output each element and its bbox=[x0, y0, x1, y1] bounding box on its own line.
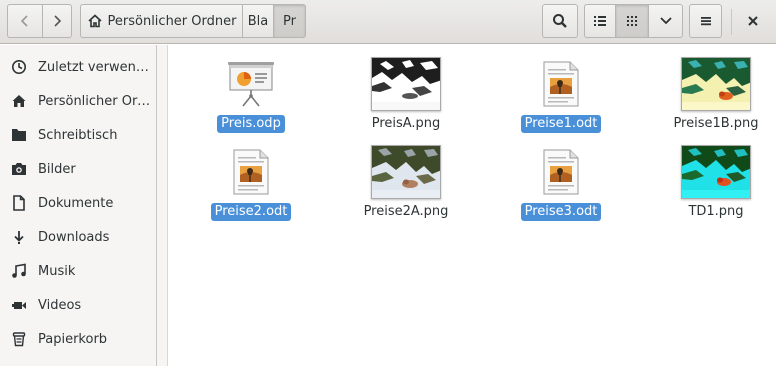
header-bar: Persönlicher Ordner Bla Pr bbox=[0, 0, 776, 44]
file-item-preisa-png[interactable]: PreisA.png bbox=[341, 49, 471, 135]
image-thumbnail bbox=[371, 145, 441, 199]
clock-icon bbox=[10, 58, 28, 76]
sidebar-item-trash[interactable]: Papierkorb bbox=[0, 322, 156, 356]
file-name: Preise3.odt bbox=[520, 203, 602, 221]
sidebar-item-label: Papierkorb bbox=[38, 331, 108, 347]
sidebar-item-videos[interactable]: Videos bbox=[0, 288, 156, 322]
header-separator bbox=[731, 9, 732, 35]
file-item-preise1b-png[interactable]: Preise1B.png bbox=[651, 49, 776, 135]
file-item-preise2-odt[interactable]: Preise2.odt bbox=[186, 137, 316, 223]
path-home-label: Persönlicher Ordner bbox=[107, 13, 237, 29]
sidebar-item-label: Bilder bbox=[38, 161, 76, 177]
grid-view-button[interactable] bbox=[616, 4, 649, 38]
sidebar-item-label: Schreibtisch bbox=[38, 127, 118, 143]
sidebar-scroll-edge bbox=[157, 45, 168, 366]
sidebar-item-label: Zuletzt verwendet bbox=[38, 59, 153, 75]
file-name: Preis.odp bbox=[217, 115, 285, 133]
sidebar-item-label: Persönlicher Ordner bbox=[38, 93, 153, 109]
file-item-preis-odp[interactable]: Preis.odp bbox=[186, 49, 316, 135]
sidebar-item-label: Videos bbox=[38, 297, 82, 313]
forward-button[interactable] bbox=[43, 4, 72, 38]
music-icon bbox=[10, 262, 28, 280]
home-icon bbox=[87, 14, 102, 28]
sidebar-item-desktop[interactable]: Schreibtisch bbox=[0, 118, 156, 152]
home-icon bbox=[10, 92, 28, 110]
path-segment-pr[interactable]: Pr bbox=[274, 4, 306, 38]
folder-icon bbox=[10, 126, 28, 144]
close-icon bbox=[748, 16, 758, 26]
sidebar-item-downloads[interactable]: Downloads bbox=[0, 220, 156, 254]
file-item-preise3-odt[interactable]: Preise3.odt bbox=[496, 137, 626, 223]
camera-icon bbox=[10, 160, 28, 178]
download-icon bbox=[10, 228, 28, 246]
chevron-left-icon bbox=[20, 15, 28, 27]
file-item-preise2a-png[interactable]: Preise2A.png bbox=[341, 137, 471, 223]
file-grid: Preis.odp PreisA.png Preise1.odt Preise1… bbox=[169, 45, 776, 366]
file-name: Preise1B.png bbox=[673, 116, 759, 131]
sidebar-item-home[interactable]: Persönlicher Ordner bbox=[0, 84, 156, 118]
list-view-button[interactable] bbox=[584, 4, 616, 38]
sidebar-item-recent[interactable]: Zuletzt verwendet bbox=[0, 50, 156, 84]
file-name: TD1.png bbox=[688, 204, 744, 219]
text-document-icon bbox=[496, 143, 626, 201]
close-button[interactable] bbox=[738, 4, 768, 38]
sidebar: Zuletzt verwendet Persönlicher Ordner Sc… bbox=[0, 45, 157, 366]
path-segment-bla[interactable]: Bla bbox=[243, 4, 274, 38]
file-name: Preise2A.png bbox=[363, 204, 449, 219]
chevron-right-icon bbox=[54, 15, 62, 27]
image-thumbnail bbox=[681, 145, 751, 199]
sidebar-item-documents[interactable]: Dokumente bbox=[0, 186, 156, 220]
sidebar-item-music[interactable]: Musik bbox=[0, 254, 156, 288]
file-name: PreisA.png bbox=[371, 116, 441, 131]
path-home-button[interactable]: Persönlicher Ordner bbox=[80, 4, 243, 38]
file-item-preise1-odt[interactable]: Preise1.odt bbox=[496, 49, 626, 135]
sidebar-item-label: Dokumente bbox=[38, 195, 114, 211]
document-icon bbox=[10, 194, 28, 212]
view-options-button[interactable] bbox=[649, 4, 683, 38]
text-document-icon bbox=[496, 55, 626, 113]
image-thumbnail bbox=[681, 57, 751, 111]
list-view-icon bbox=[594, 16, 606, 26]
search-button[interactable] bbox=[542, 4, 578, 38]
back-button[interactable] bbox=[7, 4, 43, 38]
video-icon bbox=[10, 296, 28, 314]
grid-view-icon bbox=[627, 16, 637, 26]
sidebar-item-label: Downloads bbox=[38, 229, 110, 245]
file-name: Preise2.odt bbox=[210, 203, 292, 221]
search-icon bbox=[553, 14, 567, 28]
menu-button[interactable] bbox=[689, 4, 722, 38]
presentation-icon bbox=[186, 55, 316, 113]
trash-icon bbox=[10, 330, 28, 348]
image-thumbnail bbox=[371, 57, 441, 111]
sidebar-item-label: Musik bbox=[38, 263, 76, 279]
file-item-td1-png[interactable]: TD1.png bbox=[651, 137, 776, 223]
path-segment-label: Pr bbox=[283, 13, 296, 29]
hamburger-menu-icon bbox=[700, 17, 711, 26]
chevron-down-icon bbox=[659, 17, 672, 25]
file-name: Preise1.odt bbox=[520, 115, 602, 133]
text-document-icon bbox=[186, 143, 316, 201]
sidebar-item-pictures[interactable]: Bilder bbox=[0, 152, 156, 186]
path-segment-label: Bla bbox=[247, 13, 269, 29]
